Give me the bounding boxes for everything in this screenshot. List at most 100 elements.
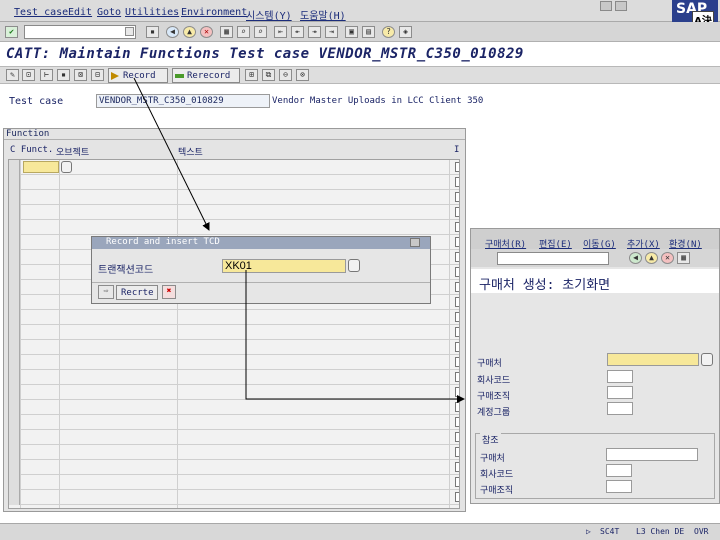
layout-menu-icon[interactable]: ◈	[399, 26, 412, 38]
row-checkbox[interactable]	[455, 237, 459, 247]
menu-environment[interactable]: Environment	[181, 7, 247, 18]
vendor-print-icon[interactable]: ▦	[677, 252, 690, 264]
row-selector[interactable]	[9, 325, 20, 340]
row-checkbox[interactable]	[455, 432, 459, 442]
table-row[interactable]	[9, 340, 459, 355]
maximize-button[interactable]	[615, 1, 627, 11]
row-selector[interactable]	[9, 340, 20, 355]
value-help-icon[interactable]	[348, 259, 360, 272]
display-icon[interactable]: ⊡	[22, 69, 35, 81]
row-selector[interactable]	[9, 445, 20, 460]
find-next-icon[interactable]: ⌕	[254, 26, 267, 38]
row-selector[interactable]	[9, 385, 20, 400]
row-selector[interactable]	[9, 355, 20, 370]
row-selector[interactable]	[9, 370, 20, 385]
menu-utilities[interactable]: Utilities	[125, 7, 179, 18]
row-selector[interactable]	[9, 475, 20, 490]
menu-goto[interactable]: Goto	[97, 7, 121, 18]
insert-line-icon[interactable]: ⊢	[40, 69, 53, 81]
row-checkbox[interactable]	[455, 267, 459, 277]
back-icon[interactable]: ◀	[166, 26, 179, 38]
previous-page-icon[interactable]: ↞	[291, 26, 304, 38]
popup-cancel-icon[interactable]: ✖	[162, 285, 176, 299]
row-checkbox[interactable]	[455, 417, 459, 427]
column-header-text[interactable]: 텍스트	[178, 145, 203, 158]
row-checkbox[interactable]	[455, 162, 459, 172]
row-checkbox[interactable]	[455, 207, 459, 217]
save-icon-app[interactable]: ▪	[57, 69, 70, 81]
cancel-icon[interactable]: ✕	[200, 26, 213, 38]
table-row[interactable]	[9, 430, 459, 445]
menu-help[interactable]: 도움말(H)	[300, 7, 346, 22]
row-selector[interactable]	[9, 160, 20, 175]
command-dropdown-icon[interactable]	[125, 27, 134, 36]
vendor-exit-icon[interactable]: ▲	[645, 252, 658, 264]
row-checkbox[interactable]	[455, 327, 459, 337]
help-icon[interactable]: ?	[382, 26, 395, 38]
table-row[interactable]	[9, 175, 459, 190]
table-row[interactable]	[9, 370, 459, 385]
row-selector[interactable]	[9, 430, 20, 445]
table-row[interactable]	[9, 445, 459, 460]
column-header-function[interactable]: C Funct.	[10, 145, 53, 155]
minimize-button[interactable]	[600, 1, 612, 11]
table-row[interactable]	[9, 190, 459, 205]
popup-close-icon[interactable]	[410, 238, 420, 247]
row-selector[interactable]	[9, 295, 20, 310]
menu-system[interactable]: 시스템(Y)	[246, 7, 292, 22]
table-row[interactable]	[9, 205, 459, 220]
column-header-i[interactable]: I	[454, 145, 459, 155]
row-checkbox[interactable]	[455, 477, 459, 487]
details-icon[interactable]: ⊞	[245, 69, 258, 81]
table-row[interactable]	[9, 490, 459, 505]
row-checkbox[interactable]	[455, 462, 459, 472]
row-selector[interactable]	[9, 310, 20, 325]
lock-icon[interactable]: ⊟	[91, 69, 104, 81]
table-row[interactable]	[9, 220, 459, 235]
vendor-cancel-icon[interactable]: ✕	[661, 252, 674, 264]
next-page-icon[interactable]: ↠	[308, 26, 321, 38]
row-checkbox[interactable]	[455, 252, 459, 262]
enter-check-icon[interactable]: ✔	[5, 26, 18, 38]
table-row[interactable]	[9, 475, 459, 490]
row-selector[interactable]	[9, 460, 20, 475]
row-checkbox[interactable]	[455, 357, 459, 367]
row-selector[interactable]	[9, 220, 20, 235]
row-selector[interactable]	[9, 415, 20, 430]
table-row[interactable]	[9, 385, 459, 400]
import-icon[interactable]: ⊠	[74, 69, 87, 81]
table-row[interactable]	[9, 415, 459, 430]
row-checkbox[interactable]	[455, 402, 459, 412]
vendor-value-help-icon[interactable]	[701, 353, 713, 366]
row-checkbox[interactable]	[455, 297, 459, 307]
ref-vendor-field[interactable]	[606, 448, 698, 461]
row-checkbox[interactable]	[455, 492, 459, 502]
function-value-help-icon[interactable]	[61, 161, 72, 173]
row-checkbox[interactable]	[455, 387, 459, 397]
change-display-icon[interactable]: ✎	[6, 69, 19, 81]
vendor-field[interactable]	[607, 353, 699, 366]
vendor-command-field[interactable]	[497, 252, 609, 265]
ref-company-code-field[interactable]	[606, 464, 632, 477]
transaction-code-field[interactable]: XK01	[222, 259, 346, 273]
account-group-field[interactable]	[607, 402, 633, 415]
table-row[interactable]	[9, 400, 459, 415]
command-field[interactable]	[24, 25, 136, 39]
variables-icon[interactable]: ⊗	[296, 69, 309, 81]
record-start-icon[interactable]: ⇨	[98, 285, 114, 299]
delete-row-icon[interactable]: ⊖	[279, 69, 292, 81]
row-selector[interactable]	[9, 280, 20, 295]
shortcut-icon[interactable]: ▤	[362, 26, 375, 38]
save-icon[interactable]: ▪	[146, 26, 159, 38]
first-page-icon[interactable]: ⇤	[274, 26, 287, 38]
last-page-icon[interactable]: ⇥	[325, 26, 338, 38]
column-header-object[interactable]: 오브젝트	[56, 145, 89, 158]
row-checkbox[interactable]	[455, 372, 459, 382]
menu-test-case[interactable]: Test case	[14, 7, 68, 18]
function-input[interactable]	[23, 161, 59, 173]
table-row[interactable]	[9, 160, 459, 175]
row-checkbox[interactable]	[455, 342, 459, 352]
copy-icon[interactable]: ⧉	[262, 69, 275, 81]
recrte-button[interactable]: Recrte	[116, 285, 158, 300]
row-checkbox[interactable]	[455, 282, 459, 292]
